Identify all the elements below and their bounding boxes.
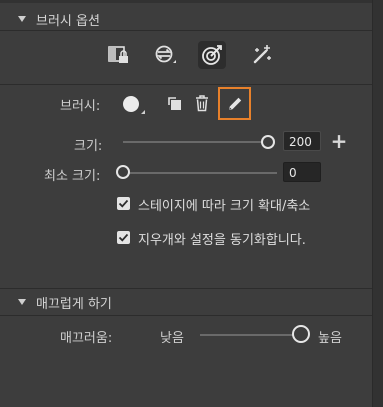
edit-brush-button[interactable] xyxy=(218,87,251,120)
scale-with-stage-label: 스테이지에 따라 크기 확대/축소 xyxy=(138,199,311,214)
min-size-slider-track[interactable] xyxy=(123,172,277,174)
new-brush-icon xyxy=(168,97,181,110)
target-brush-mode-button[interactable] xyxy=(198,41,226,69)
mask-lock-mode-button[interactable] xyxy=(105,41,133,69)
target-brush-icon xyxy=(202,45,222,65)
checkmark-icon xyxy=(118,199,129,208)
smoothing-slider-thumb[interactable] xyxy=(292,325,310,343)
min-size-input[interactable]: 0 xyxy=(283,162,321,182)
round-brush-icon xyxy=(123,96,145,114)
brush-options-header[interactable]: 브러시 옵션 xyxy=(0,8,373,30)
trash-icon xyxy=(196,95,208,112)
checkmark-icon xyxy=(118,233,129,242)
sparkle-brush-mode-button[interactable] xyxy=(248,41,276,69)
size-label: 크기: xyxy=(74,139,103,154)
smoothing-label: 매끄러움: xyxy=(60,331,113,346)
brush-options-title: 브러시 옵션 xyxy=(36,13,100,29)
brush-shape-picker[interactable] xyxy=(118,92,148,118)
smoothing-high-label: 높음 xyxy=(318,331,342,346)
sync-eraser-checkbox[interactable] xyxy=(117,231,130,244)
min-size-slider-thumb[interactable] xyxy=(116,165,130,179)
exchange-mode-button[interactable] xyxy=(151,41,179,69)
panel-scrollbar[interactable] xyxy=(372,0,383,407)
size-slider-thumb[interactable] xyxy=(261,135,275,149)
collapse-triangle-icon[interactable] xyxy=(18,16,26,22)
divider xyxy=(0,315,373,316)
divider xyxy=(0,288,373,289)
divider xyxy=(0,30,373,31)
exchange-circle-icon xyxy=(155,45,176,63)
delete-brush-button[interactable] xyxy=(192,93,212,113)
new-brush-button[interactable] xyxy=(166,94,184,112)
divider xyxy=(0,84,373,85)
panel-top-edge xyxy=(0,0,373,3)
pencil-icon xyxy=(228,97,241,110)
size-slider-track[interactable] xyxy=(123,141,268,143)
size-input[interactable]: 200 xyxy=(283,131,321,151)
smoothing-title: 매끄럽게 하기 xyxy=(36,296,112,312)
collapse-triangle-icon[interactable] xyxy=(18,299,26,305)
brush-label: 브러시: xyxy=(60,99,101,114)
sparkle-brush-icon xyxy=(253,45,271,64)
properties-panel: 브러시 옵션 브러시: 크기: 200 + 최소 크기: 0 스테이지에 따라 … xyxy=(0,0,373,407)
min-size-label: 최소 크기: xyxy=(44,169,101,184)
scale-with-stage-checkbox[interactable] xyxy=(117,197,130,210)
size-plus-button[interactable]: + xyxy=(330,130,348,152)
smoothing-header[interactable]: 매끄럽게 하기 xyxy=(0,291,373,313)
smoothing-slider-track[interactable] xyxy=(200,334,300,336)
smoothing-low-label: 낮음 xyxy=(160,331,184,346)
sync-eraser-label: 지우개와 설정을 동기화합니다. xyxy=(138,233,306,248)
plus-icon: + xyxy=(330,129,348,153)
mask-lock-icon xyxy=(108,46,128,63)
